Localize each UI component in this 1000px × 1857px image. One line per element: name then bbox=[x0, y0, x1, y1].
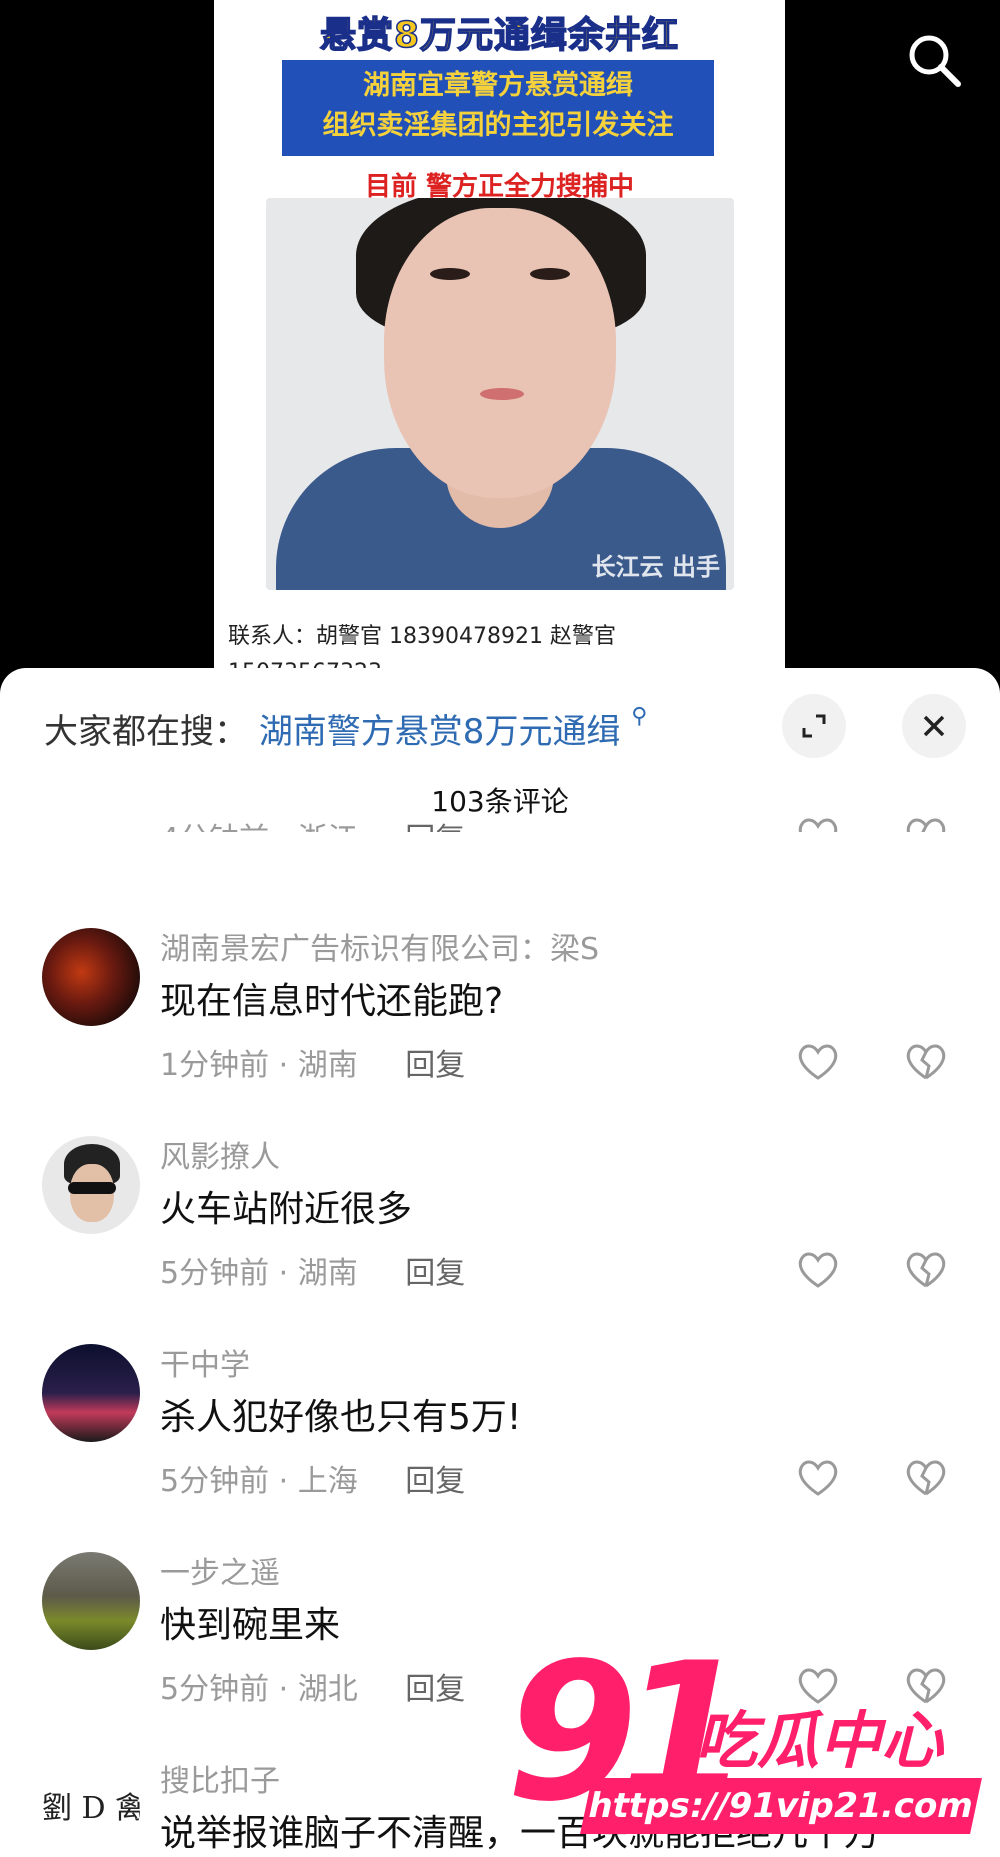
wanted-poster: 悬赏8万元通缉余井红 湖南宜章警方悬赏通缉 组织卖淫集团的主犯引发关注 目前 警… bbox=[214, 0, 785, 700]
search-icon[interactable] bbox=[904, 30, 964, 90]
site-watermark-name: 吃瓜中心 bbox=[695, 1704, 944, 1777]
comment-text: 快到碗里来 bbox=[160, 1605, 341, 1646]
avatar[interactable] bbox=[42, 1344, 140, 1442]
comment-item: 4分钟前 · 浙江 回复 bbox=[0, 712, 1000, 832]
comment-location: 上海 bbox=[297, 1464, 358, 1499]
broken-heart-icon[interactable] bbox=[904, 1042, 948, 1082]
comment-text: 现在信息时代还能跑? bbox=[160, 981, 504, 1022]
comment-text: 火车站附近很多 bbox=[160, 1189, 413, 1230]
comment-username[interactable]: 湖南景宏广告标识有限公司：梁S bbox=[160, 924, 599, 968]
broken-heart-icon[interactable] bbox=[904, 1458, 948, 1498]
avatar[interactable] bbox=[42, 1136, 140, 1234]
heart-icon[interactable] bbox=[796, 1250, 840, 1290]
comment-item: 湖南景宏广告标识有限公司：梁S 现在信息时代还能跑? 1分钟前 · 湖南 回复 bbox=[0, 928, 1000, 1108]
video-player[interactable]: 悬赏8万元通缉余井红 湖南宜章警方悬赏通缉 组织卖淫集团的主犯引发关注 目前 警… bbox=[0, 0, 1000, 700]
avatar[interactable] bbox=[42, 1552, 140, 1650]
comment-item: 干中学 杀人犯好像也只有5万! 5分钟前 · 上海 回复 bbox=[0, 1344, 1000, 1524]
comment-username[interactable]: 干中学 bbox=[160, 1340, 250, 1384]
comment-location: 湖南 bbox=[297, 1256, 358, 1291]
comment-username[interactable]: 搜比扣子 bbox=[160, 1756, 280, 1800]
comment-location: 浙江 bbox=[298, 822, 358, 832]
poster-headline: 湖南宜章警方悬赏通缉 组织卖淫集团的主犯引发关注 bbox=[282, 60, 714, 156]
reply-button[interactable]: 回复 bbox=[405, 1672, 465, 1707]
comment-sheet: 大家都在搜： 湖南警方悬赏8万元通缉 ⚲ 103条评论 4分钟前 · 浙江 回复… bbox=[0, 668, 1000, 1857]
comment-meta: 1分钟前 · 湖南 回复 bbox=[160, 1048, 466, 1083]
reply-button[interactable]: 回复 bbox=[405, 1256, 465, 1291]
poster-title: 悬赏8万元通缉余井红 bbox=[319, 14, 680, 57]
poster-headline-line1: 湖南宜章警方悬赏通缉 bbox=[363, 70, 633, 101]
comment-meta: 5分钟前 · 上海 回复 bbox=[160, 1464, 466, 1499]
comment-text: 杀人犯好像也只有5万! bbox=[160, 1397, 522, 1438]
suspect-photo: 长江云 出手 bbox=[266, 198, 734, 590]
comment-location: 湖北 bbox=[297, 1672, 358, 1707]
broken-heart-icon[interactable] bbox=[904, 1250, 948, 1290]
source-watermark: 长江云 出手 bbox=[591, 553, 720, 581]
poster-headline-line2: 组织卖淫集团的主犯引发关注 bbox=[322, 110, 674, 141]
comment-time: 5分钟前 bbox=[160, 1672, 270, 1707]
comment-item: 风影撩人 火车站附近很多 5分钟前 · 湖南 回复 bbox=[0, 1136, 1000, 1316]
comment-username[interactable]: 一步之遥 bbox=[160, 1548, 280, 1592]
comment-time: 1分钟前 bbox=[160, 1048, 270, 1083]
poster-contact: 联系人：胡警官 18390478921 赵警官 bbox=[228, 624, 616, 649]
comment-meta: 5分钟前 · 湖北 回复 bbox=[160, 1672, 466, 1707]
comment-meta: 4分钟前 · 浙江 回复 bbox=[160, 814, 465, 832]
reply-button[interactable]: 回复 bbox=[405, 1048, 465, 1083]
avatar[interactable] bbox=[42, 928, 140, 1026]
reply-button[interactable]: 回复 bbox=[405, 822, 465, 832]
heart-icon[interactable] bbox=[796, 816, 840, 832]
site-watermark-url: https://91vip21.com bbox=[580, 1778, 982, 1834]
reply-button[interactable]: 回复 bbox=[405, 1464, 465, 1499]
comment-time: 5分钟前 bbox=[160, 1256, 270, 1291]
comment-username[interactable]: 风影撩人 bbox=[160, 1132, 280, 1176]
heart-icon[interactable] bbox=[796, 1458, 840, 1498]
broken-heart-icon[interactable] bbox=[904, 816, 948, 832]
comment-location: 湖南 bbox=[297, 1048, 358, 1083]
comment-meta: 5分钟前 · 湖南 回复 bbox=[160, 1256, 466, 1291]
heart-icon[interactable] bbox=[796, 1042, 840, 1082]
avatar[interactable]: 劉 D 禽 bbox=[42, 1760, 140, 1857]
comment-time: 5分钟前 bbox=[160, 1464, 270, 1499]
comment-time: 4分钟前 bbox=[160, 822, 269, 832]
